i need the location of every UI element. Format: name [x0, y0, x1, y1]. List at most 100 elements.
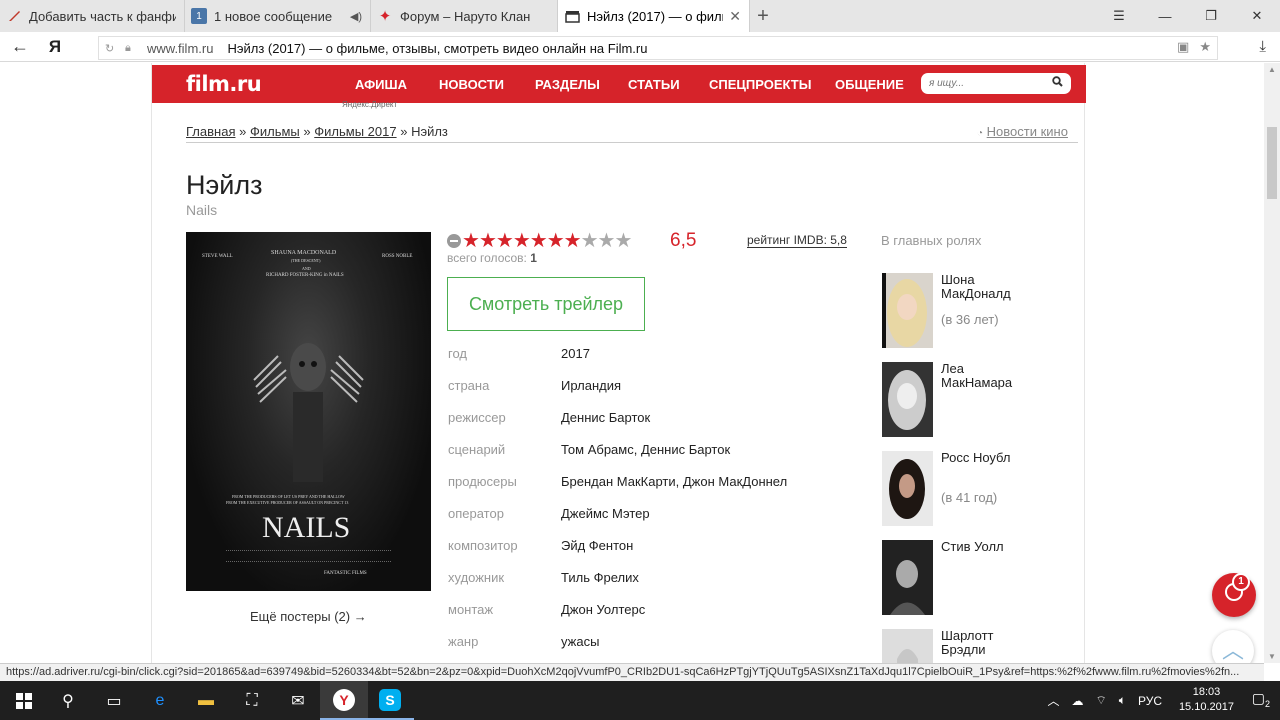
bookmark-star-icon[interactable]: ★ — [1199, 39, 1211, 55]
start-button[interactable] — [0, 681, 48, 720]
lock-icon[interactable]: 🔒︎ — [125, 42, 143, 55]
file-explorer-icon[interactable]: ▬ — [182, 681, 230, 720]
yandex-browser-icon[interactable]: Y — [320, 681, 368, 720]
url-field[interactable]: ↻ 🔒︎ www.film.ru Нэйлз (2017) — о фильме… — [98, 36, 1218, 60]
task-view-icon[interactable]: ▭ — [90, 681, 138, 720]
watch-trailer-button[interactable]: Смотреть трейлер — [447, 277, 645, 331]
volume-icon[interactable]: 🔈︎ — [1119, 693, 1126, 708]
star-icon[interactable]: ★ — [598, 230, 616, 252]
ad-label[interactable]: Яндекс.Директ — [342, 100, 397, 109]
actor-photo[interactable] — [882, 273, 933, 348]
info-value[interactable]: 2017 — [561, 346, 590, 361]
info-value[interactable]: Деннис Барток — [561, 410, 650, 425]
action-center-icon[interactable]: ▢2 — [1252, 690, 1270, 709]
movie-poster[interactable]: STEVE WALL SHAUNA MACDONALD (THE DESCENT… — [186, 232, 431, 591]
search-input[interactable] — [929, 76, 1047, 91]
actor-name[interactable]: Шона МакДоналд — [941, 273, 1031, 301]
network-icon[interactable]: ⌔ — [1095, 693, 1106, 708]
scroll-up-icon[interactable]: ▲ — [1268, 65, 1276, 74]
close-window-button[interactable]: ✕ — [1234, 0, 1280, 32]
star-icon[interactable]: ★ — [479, 230, 497, 252]
info-value[interactable]: Брендан МакКарти, Джон МакДоннел — [561, 474, 787, 489]
minus-circle-icon[interactable] — [447, 234, 461, 248]
votes-total: всего голосов: 1 — [447, 251, 537, 265]
info-value[interactable]: Ирландия — [561, 378, 621, 393]
speaker-icon[interactable]: ◀) — [350, 10, 362, 23]
breadcrumb-films-2017[interactable]: Фильмы 2017 — [314, 124, 396, 139]
site-logo[interactable]: film.ru — [186, 72, 262, 96]
info-value[interactable]: Тиль Фрелих — [561, 570, 639, 585]
nav-special-projects[interactable]: СПЕЦПРОЕКТЫ — [709, 77, 811, 92]
mail-icon[interactable]: ✉ — [274, 681, 322, 720]
breadcrumb-home[interactable]: Главная — [186, 124, 235, 139]
star-icon[interactable]: ★ — [496, 230, 514, 252]
more-posters-link[interactable]: Ещё постеры (2) → — [250, 609, 367, 624]
star-icon[interactable]: ★ — [513, 230, 531, 252]
tab-naruto-forum[interactable]: ✦ Форум – Наруто Клан — [371, 0, 558, 32]
restore-button[interactable]: ❐ — [1188, 0, 1234, 32]
star-icon[interactable]: ★ — [462, 230, 480, 252]
star-icon[interactable]: ★ — [581, 230, 599, 252]
clock[interactable]: 18:03 15.10.2017 — [1179, 685, 1234, 715]
language-indicator[interactable]: РУС — [1138, 694, 1162, 708]
actor-age: (в 41 год) — [941, 490, 998, 505]
breadcrumb-separator: » — [400, 124, 408, 139]
info-value[interactable]: Том Абрамс, Деннис Барток — [561, 442, 730, 457]
tab-film-ru[interactable]: Нэйлз (2017) — о фильм ✕ — [558, 0, 750, 32]
actor-name[interactable]: Леа МакНамара — [941, 362, 1031, 390]
yandex-logo[interactable]: Я — [40, 37, 70, 57]
actor-name[interactable]: Росс Ноубл — [941, 451, 1031, 465]
download-icon[interactable]: ⤓ — [1259, 38, 1266, 55]
rating-stars[interactable]: ★★★★★★★★★★ — [462, 228, 632, 253]
info-label: сценарий — [448, 442, 506, 457]
clock-time: 18:03 — [1192, 686, 1221, 698]
minimize-button[interactable]: — — [1142, 0, 1188, 32]
nav-sections[interactable]: РАЗДЕЛЫ — [535, 77, 600, 92]
nav-news[interactable]: НОВОСТИ — [439, 77, 504, 92]
address-actions: ▣ ★ — [1177, 39, 1211, 55]
nav-articles[interactable]: СТАТЬИ — [628, 77, 680, 92]
breadcrumb-separator: » — [303, 124, 311, 139]
page-scrollbar[interactable]: ▲ ▼ — [1264, 63, 1280, 663]
skype-icon[interactable]: S — [366, 681, 414, 720]
tab-fanfic[interactable]: Добавить часть к фанфику — [0, 0, 185, 32]
search-icon[interactable] — [1052, 76, 1063, 90]
action-center-count: 2 — [1264, 698, 1270, 709]
info-value[interactable]: Джон Уолтерс — [561, 602, 645, 617]
edge-icon[interactable]: e — [136, 681, 184, 720]
search-icon[interactable]: ⚲ — [44, 681, 92, 720]
actor-photo[interactable] — [882, 362, 933, 437]
star-icon[interactable]: ★ — [530, 230, 548, 252]
scrollbar-thumb[interactable] — [1267, 127, 1277, 199]
scroll-down-icon[interactable]: ▼ — [1268, 652, 1276, 661]
info-value[interactable]: ужасы — [561, 634, 599, 649]
imdb-rating[interactable]: рейтинг IMDB: 5,8 — [747, 233, 847, 248]
tab-vk[interactable]: 1 1 новое сообщение ◀) — [185, 0, 371, 32]
star-icon[interactable]: ★ — [564, 230, 582, 252]
info-value[interactable]: Эйд Фентон — [561, 538, 633, 553]
poster-actor-2-note: (THE DESCENT) — [291, 258, 321, 263]
menu-icon[interactable]: ☰ — [1096, 0, 1142, 32]
breadcrumb-films[interactable]: Фильмы — [250, 124, 300, 139]
back-button[interactable]: ← — [0, 36, 40, 57]
vk-icon: 1 — [191, 8, 207, 24]
new-tab-button[interactable]: + — [750, 0, 776, 32]
actor-photo[interactable] — [882, 540, 933, 615]
cloud-icon[interactable]: ☁ — [1071, 694, 1083, 708]
star-icon[interactable]: ★ — [614, 230, 632, 252]
info-value[interactable]: Джеймс Мэтер — [561, 506, 650, 521]
chevron-up-icon[interactable]: ︿ — [1047, 692, 1059, 709]
star-icon[interactable]: ★ — [547, 230, 565, 252]
actor-photo[interactable] — [882, 451, 933, 526]
reload-icon[interactable]: ↻ — [105, 42, 125, 55]
close-tab-icon[interactable]: ✕ — [729, 8, 741, 25]
actor-name[interactable]: Стив Уолл — [941, 540, 1031, 554]
nav-community[interactable]: ОБЩЕНИЕ — [835, 77, 904, 92]
actor-photo-placeholder[interactable] — [882, 629, 933, 663]
reader-mode-icon[interactable]: ▣ — [1177, 39, 1189, 55]
movie-news-label[interactable]: Новости кино — [987, 124, 1068, 139]
store-icon[interactable]: ⛶ — [228, 681, 276, 720]
actor-name[interactable]: Шарлотт Брэдли — [941, 629, 1031, 657]
nav-afisha[interactable]: АФИША — [355, 77, 407, 92]
movie-news-link[interactable]: ◔ Новости кино — [977, 124, 1068, 139]
